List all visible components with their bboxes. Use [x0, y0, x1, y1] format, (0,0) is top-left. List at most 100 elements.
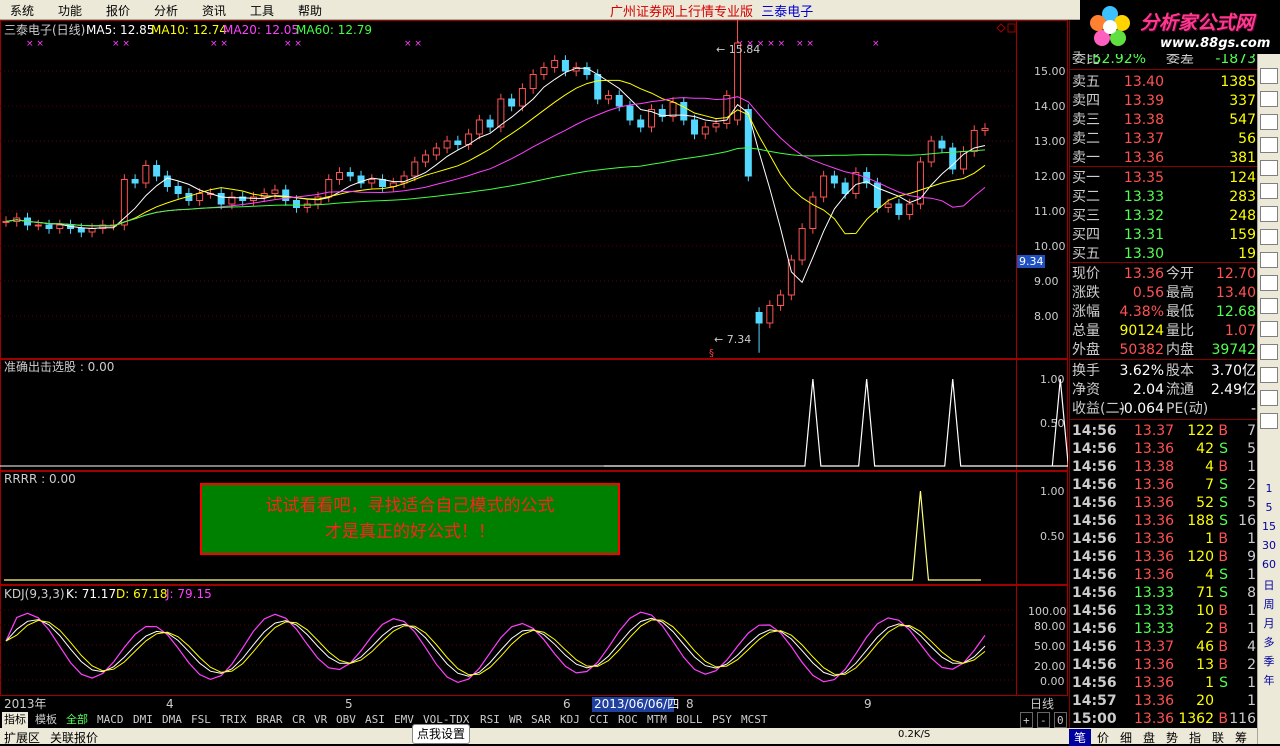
right-tab[interactable]: 笔	[1069, 729, 1091, 746]
tick-price: 13.36	[1134, 711, 1175, 727]
toolbar-tool-icon[interactable]	[1260, 183, 1278, 199]
period-button-日[interactable]: 日	[1260, 577, 1278, 593]
stat-row: 总量 90124 量比 1.07	[1070, 322, 1258, 340]
panel2-title: 准确出击选股 : 0.00	[4, 360, 114, 374]
indicator-tab[interactable]: BOLL	[674, 712, 705, 728]
right-tab[interactable]: 盘	[1138, 729, 1160, 746]
indicator-tab[interactable]: CR	[290, 712, 307, 728]
menu-system[interactable]: 系统	[10, 2, 34, 19]
expand-area[interactable]: 扩展区	[4, 729, 40, 746]
menu-quote[interactable]: 报价	[106, 2, 130, 19]
toolbar-tool-icon[interactable]	[1260, 321, 1278, 337]
indicator-tab[interactable]: 指标	[2, 712, 28, 728]
menu-tools[interactable]: 工具	[250, 2, 274, 19]
toolbar-tool-icon[interactable]	[1260, 206, 1278, 222]
tick-price: 13.37	[1134, 639, 1175, 655]
candle-body	[475, 119, 483, 135]
period-button-月[interactable]: 月	[1260, 615, 1278, 631]
toolbar-tool-icon[interactable]	[1260, 344, 1278, 360]
toolbar-tool-icon[interactable]	[1260, 137, 1278, 153]
indicator-tab[interactable]: MCST	[739, 712, 770, 728]
stat-label-2: 量比	[1166, 323, 1194, 339]
settings-button[interactable]: 点我设置	[412, 724, 470, 744]
period-button-15[interactable]: 15	[1260, 520, 1278, 533]
menu-function[interactable]: 功能	[58, 2, 82, 19]
period-button-季[interactable]: 季	[1260, 653, 1278, 669]
right-tab[interactable]: 筹	[1230, 729, 1252, 746]
toolbar-tool-icon[interactable]	[1260, 413, 1278, 429]
toolbar-tool-icon[interactable]	[1260, 160, 1278, 176]
indicator-tab[interactable]: DMA	[160, 712, 184, 728]
stat-row: 涨跌 0.56 最高 13.40	[1070, 284, 1258, 302]
toolbar-tool-icon[interactable]	[1260, 275, 1278, 291]
svg-text:8: 8	[686, 697, 694, 711]
menu-analysis[interactable]: 分析	[154, 2, 178, 19]
indicator-tab[interactable]: CCI	[587, 712, 611, 728]
indicator-tab[interactable]: ASI	[363, 712, 387, 728]
bid-volume: 19	[1238, 246, 1256, 262]
period-button-1[interactable]: 1	[1260, 482, 1278, 495]
svg-text:20.00: 20.00	[1034, 660, 1066, 673]
toolbar-tool-icon[interactable]	[1260, 229, 1278, 245]
period-button-30[interactable]: 30	[1260, 539, 1278, 552]
indicator-tab[interactable]: VR	[312, 712, 329, 728]
toolbar-tool-icon[interactable]	[1260, 298, 1278, 314]
price-tick-label: 8.00	[1034, 310, 1059, 323]
period-button-多[interactable]: 多	[1260, 634, 1278, 650]
indicator-tab[interactable]: FSL	[189, 712, 213, 728]
candle-body	[518, 88, 526, 107]
zoom-control[interactable]: 0	[1054, 712, 1067, 728]
right-tab[interactable]: 细	[1115, 729, 1137, 746]
indicator-tab[interactable]: MACD	[95, 712, 126, 728]
period-button-60[interactable]: 60	[1260, 558, 1278, 571]
indicator-tab[interactable]: 模板	[33, 712, 59, 728]
indicator-tab[interactable]: PSY	[710, 712, 734, 728]
right-tab[interactable]: 指	[1184, 729, 1206, 746]
panel3-axis-05: 0.50	[1040, 530, 1065, 543]
stat-label: 涨幅	[1072, 304, 1100, 320]
indicator-tab[interactable]: MTM	[645, 712, 669, 728]
indicator-tab[interactable]: OBV	[334, 712, 358, 728]
ask-price: 13.38	[1123, 112, 1164, 128]
zoom-control[interactable]: -	[1037, 712, 1050, 728]
indicator-tab[interactable]: KDJ	[558, 712, 582, 728]
right-tab[interactable]: 价	[1092, 729, 1114, 746]
indicator-tab[interactable]: ROC	[616, 712, 640, 728]
tick-time: 14:56	[1072, 585, 1117, 601]
toolbar-tool-icon[interactable]	[1260, 367, 1278, 383]
toolbar-tool-icon[interactable]	[1260, 390, 1278, 406]
period-button-周[interactable]: 周	[1260, 596, 1278, 612]
indicator-tab[interactable]: RSI	[478, 712, 502, 728]
menu-help[interactable]: 帮助	[298, 2, 322, 19]
bid-row: 买五 13.30 19	[1070, 245, 1258, 263]
indicator-tab[interactable]: SAR	[529, 712, 553, 728]
toolbar-tool-icon[interactable]	[1260, 114, 1278, 130]
period-button-年[interactable]: 年	[1260, 672, 1278, 688]
stat-value: 4.38%	[1119, 304, 1164, 320]
indicator-tabs: 指标 模板 全部 MACD DMI DMA FSL TRIX BRAR CR VR OBV ASI EMV…	[0, 712, 1069, 728]
candle-body	[852, 172, 860, 194]
indicator-tab[interactable]: WR	[507, 712, 524, 728]
ask-row: 卖三 13.38 547	[1070, 111, 1258, 129]
candle-body	[303, 203, 311, 208]
indicator-tab[interactable]: DMI	[131, 712, 155, 728]
candle-body	[411, 161, 419, 177]
svg-text:× ×: × ×	[26, 39, 44, 49]
toolbar-tool-icon[interactable]	[1260, 91, 1278, 107]
tick-price: 13.36	[1134, 441, 1175, 457]
candle-body	[820, 175, 828, 198]
candle-body	[906, 203, 914, 215]
menu-info[interactable]: 资讯	[202, 2, 226, 19]
toolbar-tool-icon[interactable]	[1260, 252, 1278, 268]
zoom-control[interactable]: +	[1020, 712, 1033, 728]
indicator-tab[interactable]: 全部	[64, 712, 90, 728]
right-tab[interactable]: 势	[1161, 729, 1183, 746]
indicator-tab[interactable]: BRAR	[254, 712, 285, 728]
right-tab[interactable]: 联	[1207, 729, 1229, 746]
toolbar-tool-icon[interactable]	[1260, 68, 1278, 84]
stock-chart[interactable]: 三泰电子(日线) MA5: 12.85 MA10: 12.74 MA20: 12…	[0, 20, 1068, 716]
tick-price: 13.36	[1134, 675, 1175, 691]
linked-quote[interactable]: 关联报价	[50, 729, 98, 746]
period-button-5[interactable]: 5	[1260, 501, 1278, 514]
indicator-tab[interactable]: TRIX	[218, 712, 249, 728]
